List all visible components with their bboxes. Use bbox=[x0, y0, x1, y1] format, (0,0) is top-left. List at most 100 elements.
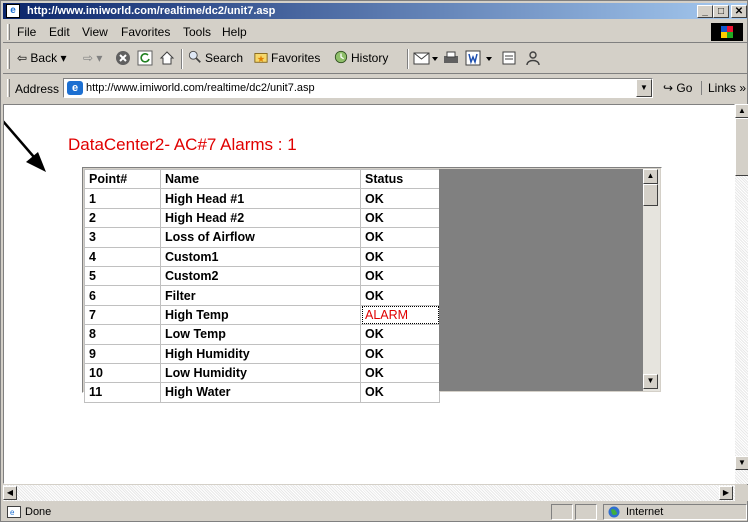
back-label: Back bbox=[30, 51, 58, 65]
frame-scroll-up-button[interactable]: ▲ bbox=[643, 169, 658, 184]
forward-button[interactable]: ⇨ ▾ bbox=[83, 50, 102, 66]
discuss-button[interactable] bbox=[501, 50, 517, 70]
table-row: 11 High Water OK bbox=[84, 382, 440, 403]
stop-button[interactable] bbox=[115, 50, 131, 70]
favorites-folder-icon bbox=[254, 53, 268, 63]
back-button[interactable]: ⇦ Back ▾ bbox=[17, 50, 66, 66]
print-button[interactable] bbox=[443, 50, 459, 70]
toolbar-separator bbox=[181, 49, 183, 69]
menu-view[interactable]: View bbox=[82, 25, 108, 39]
frame-scrollbar[interactable]: ▲ ▼ bbox=[643, 169, 660, 391]
messenger-button[interactable] bbox=[525, 50, 541, 70]
maximize-button[interactable]: □ bbox=[713, 5, 729, 18]
title-bar: e http://www.imiworld.com/realtime/dc2/u… bbox=[3, 3, 747, 19]
point-cell: 11 bbox=[84, 382, 161, 403]
table-row: 7 High Temp ALARM bbox=[84, 304, 440, 326]
address-label: Address bbox=[15, 82, 60, 96]
status-cell[interactable]: OK bbox=[360, 343, 440, 364]
go-arrow-icon: ↪ bbox=[663, 81, 674, 95]
name-cell: Low Humidity bbox=[160, 362, 361, 384]
home-button[interactable] bbox=[159, 50, 175, 70]
column-header: Point# bbox=[84, 168, 161, 190]
svg-text:e: e bbox=[10, 508, 15, 517]
table-row: 10 Low Humidity OK bbox=[84, 362, 440, 384]
close-button[interactable]: ✕ bbox=[731, 5, 747, 18]
scroll-thumb[interactable] bbox=[735, 118, 748, 176]
status-cell[interactable]: OK bbox=[360, 246, 440, 267]
edit-page-icon bbox=[465, 50, 492, 66]
table-header-row: Point# Name Status bbox=[84, 168, 440, 190]
go-label: Go bbox=[676, 81, 693, 95]
menu-favorites[interactable]: Favorites bbox=[121, 25, 170, 39]
window-title: http://www.imiworld.com/realtime/dc2/uni… bbox=[27, 5, 276, 17]
column-header: Status bbox=[360, 168, 440, 190]
go-button[interactable]: ↪ Go bbox=[663, 81, 692, 95]
address-input[interactable]: e http://www.imiworld.com/realtime/dc2/u… bbox=[63, 78, 653, 98]
scroll-left-button[interactable]: ◀ bbox=[3, 486, 17, 500]
home-icon bbox=[159, 51, 175, 65]
status-cell[interactable]: OK bbox=[360, 382, 440, 403]
menu-bar: File Edit View Favorites Tools Help bbox=[3, 21, 747, 43]
zone-label: Internet bbox=[626, 506, 664, 518]
minimize-button[interactable]: _ bbox=[697, 5, 713, 18]
favorites-button[interactable]: Favorites bbox=[253, 50, 320, 66]
search-icon bbox=[188, 50, 201, 63]
point-cell: 2 bbox=[84, 207, 161, 229]
forward-arrow-icon: ⇨ ▾ bbox=[83, 51, 103, 65]
stop-icon bbox=[116, 51, 130, 65]
points-table: Point# Name Status 1 High Head #1 OK 2 High Hea… bbox=[84, 168, 440, 403]
messenger-icon bbox=[526, 51, 540, 66]
toolbar-separator bbox=[407, 49, 409, 69]
status-text: Done bbox=[25, 506, 52, 518]
toolbar: ⇦ Back ▾ ⇨ ▾ Search Favorites History bbox=[3, 44, 747, 74]
ie-logo-icon: e bbox=[6, 4, 20, 18]
page-icon: e bbox=[67, 81, 83, 95]
frame-scroll-down-button[interactable]: ▼ bbox=[643, 374, 658, 389]
edit-button[interactable] bbox=[465, 50, 495, 70]
menu-grip bbox=[7, 24, 10, 40]
menu-file[interactable]: File bbox=[17, 25, 36, 39]
frame-scroll-thumb[interactable] bbox=[643, 184, 658, 206]
address-url[interactable]: http://www.imiworld.com/realtime/dc2/uni… bbox=[86, 82, 315, 94]
links-button[interactable]: Links » bbox=[701, 81, 746, 95]
history-button[interactable]: History bbox=[333, 50, 388, 66]
menu-help[interactable]: Help bbox=[222, 25, 247, 39]
back-arrow-icon: ⇦ bbox=[17, 51, 28, 65]
discuss-icon bbox=[502, 51, 516, 65]
table-row: 9 High Humidity OK bbox=[84, 343, 440, 364]
status-cell[interactable]: OK bbox=[360, 207, 440, 229]
status-cell[interactable]: OK bbox=[360, 265, 440, 287]
refresh-button[interactable] bbox=[137, 50, 153, 70]
scroll-up-button[interactable]: ▲ bbox=[735, 104, 748, 118]
name-cell: High Head #1 bbox=[160, 188, 361, 209]
search-button[interactable]: Search bbox=[187, 50, 243, 66]
name-cell: Custom1 bbox=[160, 246, 361, 267]
table-row: 1 High Head #1 OK bbox=[84, 188, 440, 209]
status-cell[interactable]: OK bbox=[360, 188, 440, 209]
address-dropdown-button[interactable]: ▼ bbox=[636, 79, 652, 97]
status-cell[interactable]: OK bbox=[360, 362, 440, 384]
print-icon bbox=[444, 51, 458, 63]
status-cell[interactable]: OK bbox=[360, 227, 440, 248]
point-cell: 9 bbox=[84, 343, 161, 364]
history-label: History bbox=[351, 51, 389, 65]
status-cell[interactable]: OK bbox=[360, 285, 440, 306]
pointer-arrow-icon bbox=[4, 120, 46, 172]
globe-icon bbox=[608, 506, 620, 521]
name-cell: High Water bbox=[160, 382, 361, 403]
page-vertical-scrollbar[interactable]: ▲ ▼ bbox=[735, 104, 748, 484]
point-cell: 7 bbox=[84, 304, 161, 326]
zone-panel: Internet bbox=[603, 504, 747, 520]
page-horizontal-scrollbar[interactable]: ◀ ▶ bbox=[3, 485, 735, 501]
name-cell: Loss of Airflow bbox=[160, 227, 361, 248]
status-cell[interactable]: ALARM bbox=[360, 304, 440, 326]
scroll-down-button[interactable]: ▼ bbox=[735, 456, 748, 470]
menu-tools[interactable]: Tools bbox=[183, 25, 211, 39]
scroll-right-button[interactable]: ▶ bbox=[719, 486, 733, 500]
name-cell: Low Temp bbox=[160, 324, 361, 345]
page-content: DataCenter2- AC#7 Alarms : 1 Point# Name S… bbox=[3, 104, 735, 484]
menu-edit[interactable]: Edit bbox=[49, 25, 70, 39]
mail-button[interactable] bbox=[413, 50, 439, 70]
status-cell[interactable]: OK bbox=[360, 324, 440, 345]
status-panel bbox=[551, 504, 573, 520]
